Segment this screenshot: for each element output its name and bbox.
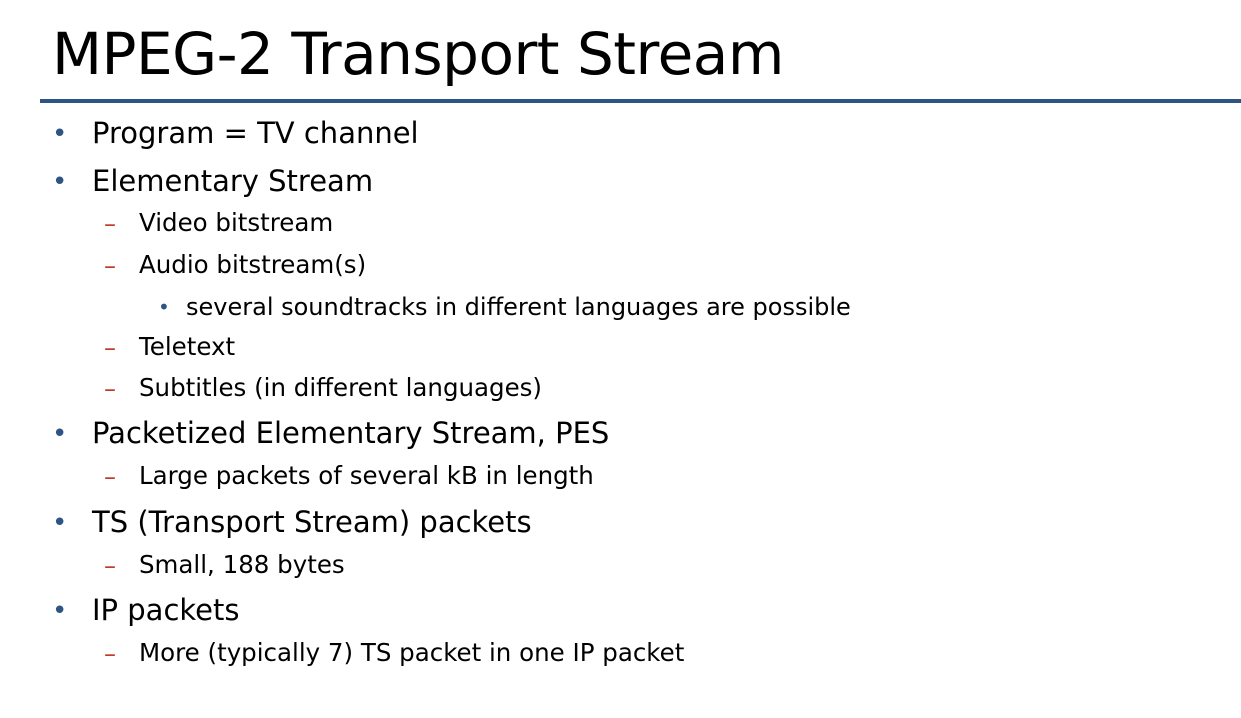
- bullet-dot: •: [52, 119, 68, 149]
- dash-marker: –: [104, 640, 116, 668]
- dash-marker: –: [104, 375, 116, 403]
- sub-bullet-video-bitstream: Video bitstream: [139, 208, 334, 237]
- sub-bullet-subtitles: Subtitles (in different languages): [139, 373, 542, 402]
- bullet-dot: •: [52, 596, 68, 626]
- bullet-program: Program = TV channel: [92, 116, 419, 150]
- bullet-pes: Packetized Elementary Stream, PES: [92, 416, 610, 450]
- dash-marker: –: [104, 252, 116, 280]
- sub-bullet-ts-per-ip: More (typically 7) TS packet in one IP p…: [139, 638, 685, 667]
- bullet-dot: •: [52, 508, 68, 538]
- dash-marker: –: [104, 552, 116, 580]
- bullet-dot: •: [52, 167, 68, 197]
- sub-bullet-teletext: Teletext: [139, 332, 236, 361]
- dash-marker: –: [104, 210, 116, 238]
- slide-title: MPEG-2 Transport Stream: [52, 20, 784, 88]
- bullet-ip-packets: IP packets: [92, 593, 240, 627]
- dash-marker: –: [104, 463, 116, 491]
- sub-bullet-large-packets: Large packets of several kB in length: [139, 461, 594, 490]
- dash-marker: –: [104, 334, 116, 362]
- bullet-dot: •: [52, 419, 68, 449]
- title-divider: [40, 99, 1241, 103]
- bullet-elementary-stream: Elementary Stream: [92, 164, 374, 198]
- bullet-dot-small: •: [158, 295, 170, 319]
- sub-sub-bullet-soundtracks: several soundtracks in different languag…: [186, 293, 851, 321]
- sub-bullet-small-188-bytes: Small, 188 bytes: [139, 550, 345, 579]
- sub-bullet-audio-bitstream: Audio bitstream(s): [139, 250, 367, 279]
- bullet-ts-packets: TS (Transport Stream) packets: [92, 505, 532, 539]
